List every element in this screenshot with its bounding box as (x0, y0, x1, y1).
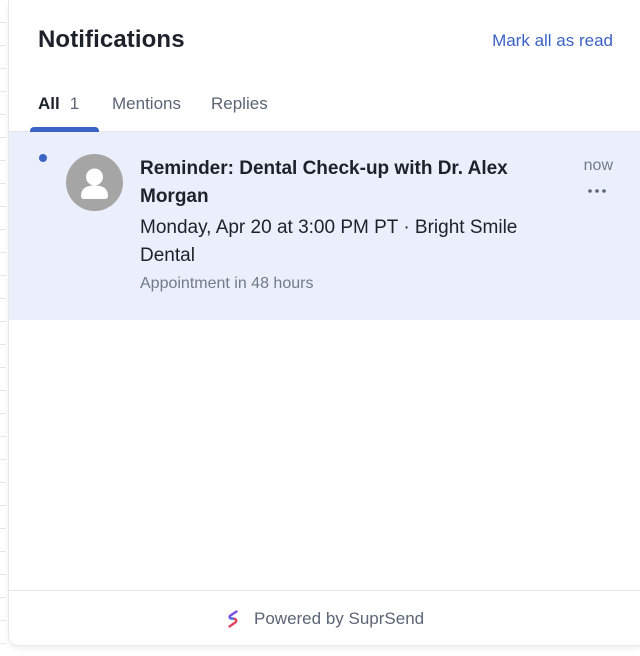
tab-all-label: All (38, 94, 60, 113)
page: Notifications Mark all as read All 1 Ment… (0, 0, 640, 656)
notification-item[interactable]: Reminder: Dental Check-up with Dr. Alex … (9, 132, 640, 320)
notification-meta: Appointment in 48 hours (140, 275, 314, 292)
panel-header: Notifications Mark all as read (9, 0, 640, 80)
notification-timestamp: now (583, 157, 613, 174)
suprsend-logo-icon (228, 610, 238, 628)
notification-panel: Notifications Mark all as read All 1 Ment… (8, 0, 640, 646)
tab-replies[interactable]: Replies (211, 94, 268, 114)
background-ruler (0, 0, 6, 656)
tab-mentions[interactable]: Mentions (112, 94, 181, 114)
powered-by-text: Powered by SuprSend (254, 609, 425, 628)
mark-all-read-button[interactable]: Mark all as read (492, 31, 613, 51)
panel-footer: Powered by SuprSend (9, 590, 640, 646)
user-avatar-icon (66, 154, 123, 211)
notification-body: Monday, Apr 20 at 3:00 PM PT · Bright Sm… (140, 217, 518, 266)
tab-all[interactable]: All 1 (38, 94, 79, 114)
more-horizontal-icon[interactable] (586, 184, 608, 198)
powered-by-link[interactable]: Powered by SuprSend (225, 608, 424, 630)
tab-bar: All 1 Mentions Replies (9, 84, 640, 132)
tab-all-count: 1 (69, 94, 80, 113)
panel-title: Notifications (38, 26, 185, 53)
notification-subject: Reminder: Dental Check-up with Dr. Alex … (140, 158, 508, 207)
unread-indicator (39, 154, 47, 162)
